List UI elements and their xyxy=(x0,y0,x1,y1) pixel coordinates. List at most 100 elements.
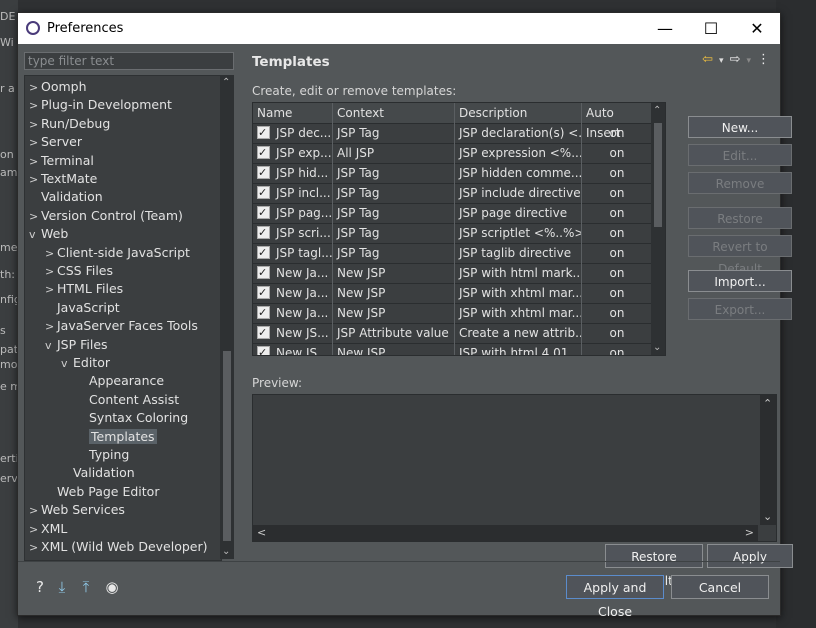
table-row[interactable]: JSP scri...JSP TagJSP scriptlet <%..%>on xyxy=(253,223,653,244)
enabled-checkbox[interactable] xyxy=(257,343,270,355)
scroll-down-icon[interactable]: ⌄ xyxy=(222,546,230,557)
collapse-chevron-icon[interactable]: > xyxy=(45,281,57,299)
tree-item[interactable]: > HTML Files xyxy=(45,280,123,298)
tree-item[interactable]: > Version Control (Team) xyxy=(29,207,183,225)
cancel-button[interactable]: Cancel xyxy=(671,575,769,599)
expand-chevron-icon[interactable]: v xyxy=(61,355,73,373)
forward-dropdown-icon[interactable]: ▾ xyxy=(746,56,751,66)
view-menu-icon[interactable]: ⋮ xyxy=(757,52,770,67)
table-row[interactable]: JSP pag...JSP TagJSP page directiveon xyxy=(253,203,653,224)
export-prefs-icon[interactable]: ⤒ xyxy=(78,579,94,595)
collapse-chevron-icon[interactable]: > xyxy=(29,134,41,152)
enabled-checkbox[interactable] xyxy=(257,143,270,163)
tree-item[interactable]: JavaScript xyxy=(45,299,120,317)
enabled-checkbox[interactable] xyxy=(257,323,270,343)
close-button[interactable]: ✕ xyxy=(734,13,780,44)
enabled-checkbox[interactable] xyxy=(257,123,270,143)
apply-button[interactable]: Apply xyxy=(707,544,793,568)
scroll-right-icon[interactable]: > xyxy=(745,526,754,539)
collapse-chevron-icon[interactable]: > xyxy=(29,502,41,520)
tree-item[interactable]: > Client-side JavaScript xyxy=(45,244,190,262)
collapse-chevron-icon[interactable]: > xyxy=(29,153,41,171)
tree-item[interactable]: Syntax Coloring xyxy=(77,409,188,427)
enabled-checkbox[interactable] xyxy=(257,163,270,183)
table-row[interactable]: New Ja... New JSPJSP with html mark...on xyxy=(253,263,653,284)
tree-item[interactable]: > JavaServer Faces Tools xyxy=(45,317,198,335)
minimize-button[interactable]: — xyxy=(642,13,688,44)
table-row[interactable]: JSP incl...JSP TagJSP include directiveo… xyxy=(253,183,653,204)
tree-item[interactable]: Appearance xyxy=(77,372,164,390)
tree-item[interactable]: > Server xyxy=(29,133,82,151)
edit-button[interactable]: Edit... xyxy=(688,144,792,166)
scroll-left-icon[interactable]: < xyxy=(257,526,266,539)
scroll-up-icon[interactable]: ⌃ xyxy=(763,397,772,410)
enabled-checkbox[interactable] xyxy=(257,283,270,303)
tree-item[interactable]: Web Page Editor xyxy=(45,483,159,501)
restore-removed-button[interactable]: Restore Removed xyxy=(688,207,792,248)
back-arrow-icon[interactable]: ⇦ xyxy=(702,52,713,67)
enabled-checkbox[interactable] xyxy=(257,203,270,223)
table-row[interactable]: JSP tagl...JSP TagJSP taglib directiveon xyxy=(253,243,653,264)
collapse-chevron-icon[interactable]: > xyxy=(29,79,41,97)
preferences-tree[interactable]: > Oomph > Plug-in Development > Run/Debug > Ser… xyxy=(24,75,222,561)
tree-item[interactable]: v Web xyxy=(29,225,68,243)
enabled-checkbox[interactable] xyxy=(257,243,270,263)
tree-item[interactable]: > TextMate xyxy=(29,170,97,188)
record-icon[interactable]: ◉ xyxy=(104,579,120,595)
import-button[interactable]: Import... xyxy=(688,270,792,292)
enabled-checkbox[interactable] xyxy=(257,303,270,323)
forward-arrow-icon[interactable]: ⇨ xyxy=(730,52,741,67)
table-row[interactable]: New Ja... New JSPJSP with xhtml mar...on xyxy=(253,303,653,324)
scroll-down-icon[interactable]: ⌄ xyxy=(653,342,661,353)
title-bar[interactable]: Preferences — ☐ ✕ xyxy=(18,13,780,44)
enabled-checkbox[interactable] xyxy=(257,263,270,283)
back-dropdown-icon[interactable]: ▾ xyxy=(719,56,724,66)
tree-item[interactable]: Typing xyxy=(77,446,129,464)
import-prefs-icon[interactable]: ⤓ xyxy=(54,579,70,595)
tree-item[interactable]: > CSS Files xyxy=(45,262,113,280)
table-row[interactable]: New JS... JSP Attribute valueCreate a new… xyxy=(253,323,653,344)
tree-item[interactable]: > XML (Wild Web Developer) xyxy=(29,538,208,556)
enabled-checkbox[interactable] xyxy=(257,183,270,203)
collapse-chevron-icon[interactable]: > xyxy=(29,97,41,115)
table-row[interactable]: JSP hid... JSP TagJSP hidden comme...on xyxy=(253,163,653,184)
restore-defaults-button[interactable]: Restore Defaults xyxy=(605,544,703,588)
new-button[interactable]: New... xyxy=(688,116,792,138)
tree-item[interactable]: Validation xyxy=(29,188,103,206)
tree-item[interactable]: Templates xyxy=(77,428,157,446)
tree-item[interactable]: Validation xyxy=(61,464,135,482)
help-icon[interactable]: ? xyxy=(32,579,48,595)
tree-item[interactable]: > Web Services xyxy=(29,501,125,519)
export-button[interactable]: Export... xyxy=(688,298,792,320)
preview-pane[interactable]: ⌃ ⌄ < > xyxy=(252,394,777,542)
collapse-chevron-icon[interactable]: > xyxy=(45,318,57,336)
collapse-chevron-icon[interactable]: > xyxy=(45,263,57,281)
table-scroll-thumb[interactable] xyxy=(654,123,662,227)
expand-chevron-icon[interactable]: v xyxy=(45,337,57,355)
tree-scrollbar[interactable]: ⌃ ⌄ xyxy=(220,75,234,559)
apply-and-close-button[interactable]: Apply and Close xyxy=(566,575,664,619)
table-row[interactable]: JSP dec...JSP TagJSP declaration(s) <...… xyxy=(253,123,653,144)
tree-item[interactable]: > Oomph xyxy=(29,78,87,96)
expand-chevron-icon[interactable]: v xyxy=(29,226,41,244)
preview-vscroll[interactable]: ⌃ ⌄ xyxy=(760,395,776,525)
column-header-auto-insert[interactable]: Auto Insert xyxy=(582,103,653,140)
revert-to-default-button[interactable]: Revert to Default xyxy=(688,235,792,276)
remove-button[interactable]: Remove xyxy=(688,172,792,194)
collapse-chevron-icon[interactable]: > xyxy=(29,521,41,539)
tree-item[interactable]: > Plug-in Development xyxy=(29,96,172,114)
templates-table[interactable]: Name Context Description Auto Insert ˇ J… xyxy=(252,102,666,356)
preview-hscroll[interactable]: < > xyxy=(253,525,758,541)
filter-input[interactable]: type filter text xyxy=(24,52,234,70)
enabled-checkbox[interactable] xyxy=(257,223,270,243)
column-header-description[interactable]: Description xyxy=(455,103,582,123)
maximize-button[interactable]: ☐ xyxy=(688,13,734,44)
table-row[interactable]: New Ja... New JSPJSP with xhtml mar...on xyxy=(253,283,653,304)
table-row[interactable]: New JS... New JSPJSP with html 4.01...on xyxy=(253,343,653,355)
table-scrollbar[interactable]: ⌃ ⌄ xyxy=(651,103,665,355)
tree-item[interactable]: v JSP Files xyxy=(45,336,108,354)
collapse-chevron-icon[interactable]: > xyxy=(29,171,41,189)
tree-item[interactable]: > XML xyxy=(29,520,67,538)
collapse-chevron-icon[interactable]: > xyxy=(29,539,41,557)
scroll-down-icon[interactable]: ⌄ xyxy=(763,510,772,523)
